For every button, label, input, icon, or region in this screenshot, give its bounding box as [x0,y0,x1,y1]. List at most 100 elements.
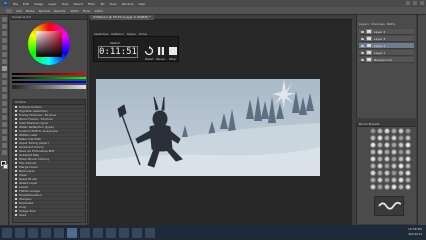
brush-preset-icon[interactable] [391,149,397,155]
brush-preset-icon[interactable] [398,128,404,134]
shape-tool-icon[interactable] [1,136,7,141]
checkmark-icon[interactable] [15,113,17,116]
blur-tool-icon[interactable] [1,101,7,106]
brush-preset-icon[interactable] [370,184,376,190]
checkmark-icon[interactable] [15,161,17,164]
red-slider[interactable] [12,72,86,75]
brush-preset-icon[interactable] [391,170,397,176]
tab-paths[interactable]: Paths [387,22,395,26]
checkmark-icon[interactable] [15,185,17,188]
brush-preset-icon[interactable] [370,128,376,134]
menu-layer[interactable]: Layer [48,2,56,6]
checkmark-icon[interactable] [15,193,17,196]
taskbar-app-10-icon[interactable] [132,227,142,238]
checkmark-icon[interactable] [15,129,17,132]
menu-window[interactable]: Window [122,2,134,6]
brush-preset-icon[interactable] [405,149,411,155]
taskbar-app-8-icon[interactable] [106,227,116,238]
tab-layers[interactable]: Layers [359,22,369,26]
gradient-tool-icon[interactable] [1,94,7,99]
mode-select[interactable]: Normal [39,9,50,13]
checkmark-icon[interactable] [15,149,17,152]
brush-preset-icon[interactable] [405,156,411,162]
marquee-tool-icon[interactable] [1,24,7,29]
brush-preset-icon[interactable] [405,170,411,176]
background-color-swatch[interactable] [3,164,8,169]
menu-filter[interactable]: Filter [88,2,95,6]
brush-preset-icon[interactable] [384,156,390,162]
tab-patterns[interactable]: Patterns [111,32,123,36]
menu-file[interactable]: File [13,2,18,6]
brush-preset-icon[interactable] [398,156,404,162]
crop-tool-icon[interactable] [1,45,7,50]
brush-preset-icon[interactable] [384,163,390,169]
brush-preset-icon[interactable] [398,149,404,155]
taskbar-app-9-icon[interactable] [119,227,129,238]
brush-preset-icon[interactable] [405,128,411,134]
eye-icon[interactable] [361,30,364,33]
tab-timer[interactable]: Timer [139,32,148,36]
brush-preset-icon[interactable] [391,184,397,190]
brush-preset-icon[interactable] [398,184,404,190]
checkmark-icon[interactable] [15,125,17,128]
taskbar-app-4-icon[interactable] [54,227,64,238]
brush-preset-icon[interactable] [405,135,411,141]
brush-preset-icon[interactable] [405,163,411,169]
brush-preset-icon[interactable] [384,128,390,134]
taskbar-app-7-icon[interactable] [93,227,103,238]
brush-preset-icon[interactable] [384,184,390,190]
checkmark-icon[interactable] [15,213,17,216]
maximize-icon[interactable] [413,1,417,5]
dodge-tool-icon[interactable] [1,108,7,113]
menu-3d[interactable]: 3D [100,2,104,6]
taskbar-app-3-icon[interactable] [41,227,51,238]
taskbar-photoshop-icon[interactable] [67,227,77,238]
brush-preset-icon[interactable] [377,184,383,190]
checkmark-icon[interactable] [15,181,17,184]
reset-icon[interactable] [144,46,154,56]
brush-preset-icon[interactable] [398,135,404,141]
layer-row[interactable]: Background [359,57,414,63]
history-brush-tool-icon[interactable] [1,80,7,85]
document-tab[interactable]: Untitled-1 @ 33.3% (Layer 4, RGB/8) * [90,15,154,20]
checkmark-icon[interactable] [15,133,17,136]
brush-preset-icon[interactable] [370,135,376,141]
menu-select[interactable]: Select [74,2,83,6]
menu-image[interactable]: Image [34,2,43,6]
brush-preset-icon[interactable] [398,163,404,169]
eye-icon[interactable] [361,37,364,40]
brush-preset-icon[interactable] [370,170,376,176]
brush-preset-icon[interactable] [384,135,390,141]
layer-row[interactable]: Layer 3 [359,36,414,42]
brush-preset-icon[interactable] [370,149,376,155]
checkmark-icon[interactable] [15,157,17,160]
checkmark-icon[interactable] [15,173,17,176]
brush-preset-icon[interactable] [384,177,390,183]
tab-swatches[interactable]: Swatches [94,32,108,36]
start-button-icon[interactable] [2,227,12,238]
type-tool-icon[interactable] [1,122,7,127]
zoom-tool-icon[interactable] [1,150,7,155]
brush-preset-icon[interactable] [391,156,397,162]
layer-row[interactable]: Layer 2 [359,43,414,49]
path-select-tool-icon[interactable] [1,129,7,134]
minimize-icon[interactable] [406,1,410,5]
checkmark-icon[interactable] [15,117,17,120]
brush-preset-icon[interactable] [398,170,404,176]
brush-preset-icon[interactable] [370,163,376,169]
brush-preset-icon[interactable] [384,149,390,155]
checkmark-icon[interactable] [15,165,17,168]
layer-row[interactable]: Layer 4 [359,29,414,35]
brush-preset-icon[interactable] [370,156,376,162]
lasso-tool-icon[interactable] [1,31,7,36]
checkmark-icon[interactable] [15,189,17,192]
checkmark-icon[interactable] [15,177,17,180]
taskbar-app-11-icon[interactable] [145,227,155,238]
blue-slider[interactable] [12,80,86,83]
brush-preset-icon[interactable] [391,142,397,148]
taskbar-app-6-icon[interactable] [80,227,90,238]
menu-edit[interactable]: Edit [23,2,29,6]
quick-select-tool-icon[interactable] [1,38,7,43]
eye-icon[interactable] [361,44,364,47]
brush-preset-icon[interactable] [391,177,397,183]
